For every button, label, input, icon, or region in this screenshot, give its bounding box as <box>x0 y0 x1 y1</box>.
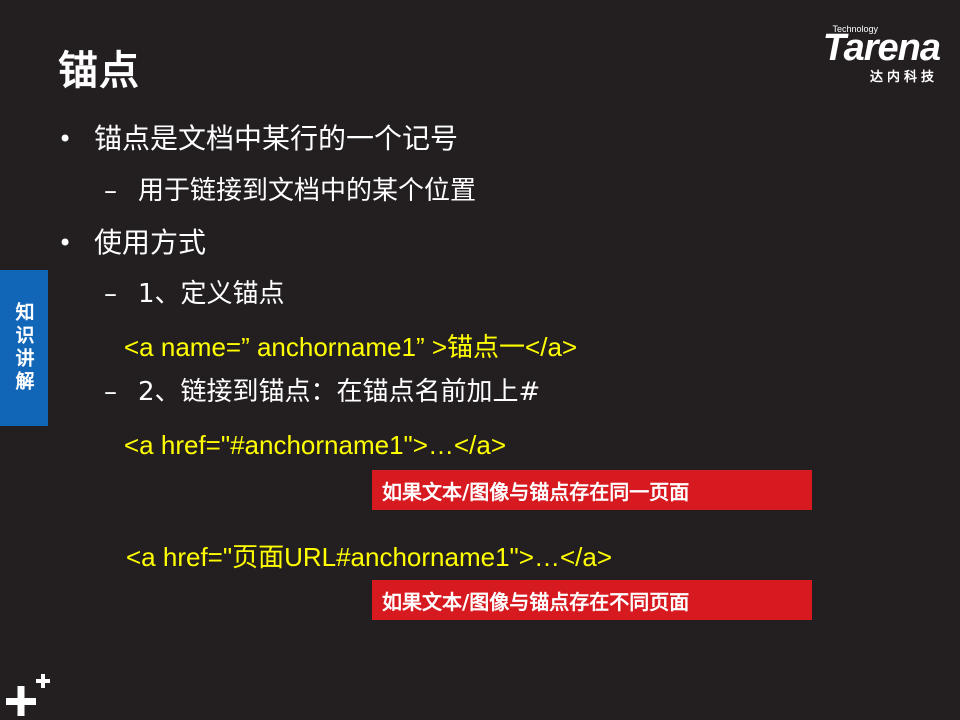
bullet-item: • 锚点是文档中某行的一个记号 <box>58 122 458 156</box>
bullet-item: • 使用方式 <box>58 226 206 260</box>
sub-marker: – <box>104 377 117 407</box>
sub-text: 2、链接到锚点：在锚点名前加上# <box>138 377 541 407</box>
note-box: 如果文本/图像与锚点存在不同页面 <box>372 580 812 620</box>
sub-item: – 1、定义锚点 <box>104 278 285 310</box>
code-line: <a href="页面URL#anchorname1">…</a> <box>126 542 613 572</box>
sub-marker: – <box>104 176 117 206</box>
side-tab-label: 知识讲解 <box>12 302 35 394</box>
bullet-marker: • <box>58 229 73 257</box>
note-box: 如果文本/图像与锚点存在同一页面 <box>372 470 812 510</box>
sub-text: 用于链接到文档中的某个位置 <box>138 176 477 206</box>
tarena-logo: Technology Tarena 达内科技 <box>780 22 941 85</box>
bullet-text: 锚点是文档中某行的一个记号 <box>94 122 459 155</box>
sub-text: 1、定义锚点 <box>138 279 285 309</box>
slide-title: 锚点 <box>58 48 140 94</box>
plus-icon <box>6 674 50 716</box>
code-line: <a href="#anchorname1">…</a> <box>124 430 507 460</box>
logo-sub-text: 达内科技 <box>869 70 938 85</box>
bullet-marker: • <box>58 125 73 153</box>
sub-item: – 2、链接到锚点：在锚点名前加上# <box>104 376 540 408</box>
sub-marker: – <box>104 279 117 309</box>
logo-main-text: Tarena <box>822 27 941 69</box>
bullet-text: 使用方式 <box>94 226 207 259</box>
side-tab: 知识讲解 <box>0 270 48 426</box>
code-line: <a name=” anchorname1” >锚点一</a> <box>124 332 578 362</box>
sub-item: – 用于链接到文档中的某个位置 <box>104 175 476 207</box>
